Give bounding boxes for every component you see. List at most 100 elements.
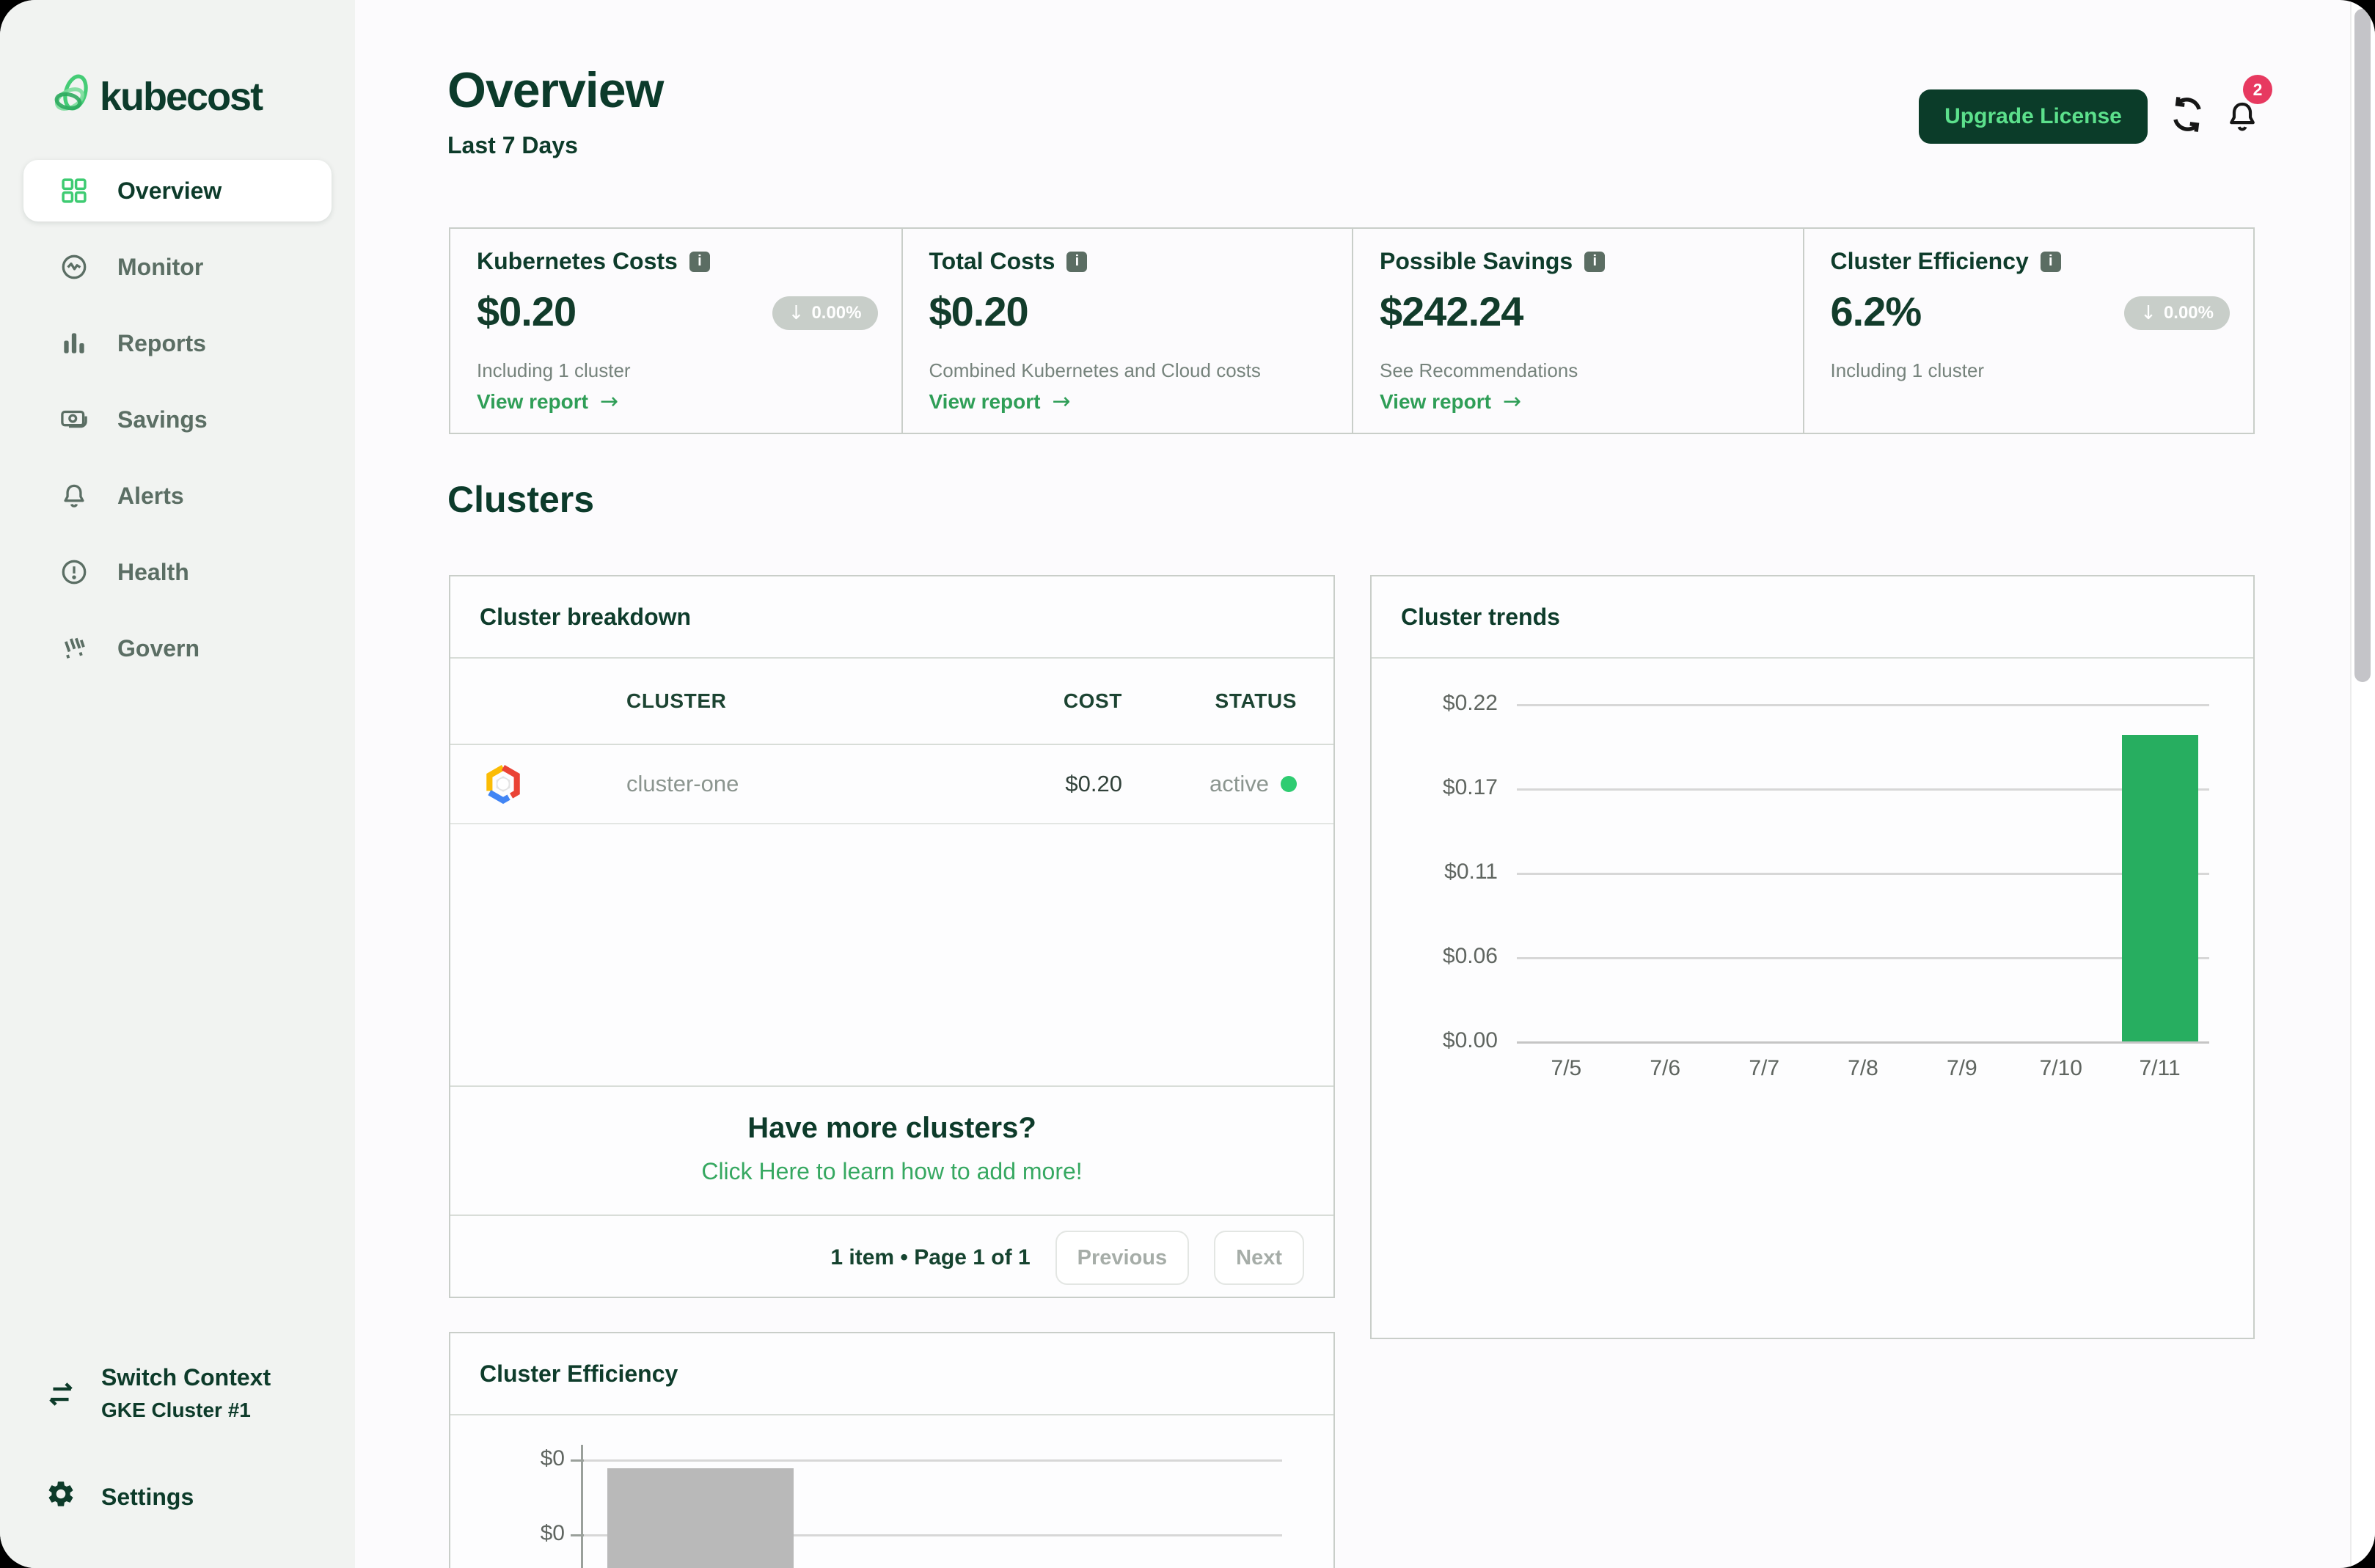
stat-card-subtitle: Including 1 cluster (1830, 359, 1985, 381)
y-tick-label: $0.17 (1442, 775, 1498, 799)
clusters-heading: Clusters (447, 479, 595, 520)
trends-chart-area: $0.00 $0.06 $0.11 $0.17 $0.22 7/5 7/6 7/7 7/8 7/9… (1372, 659, 2253, 1341)
stat-card-subtitle: See Recommendations (1380, 359, 1578, 381)
cluster-trends-title: Cluster trends (1372, 576, 2253, 659)
stat-card-value: $0.20 (929, 288, 1029, 334)
right-arrow-icon: → (599, 389, 619, 414)
gridline (582, 1459, 1282, 1462)
trend-bar (2121, 734, 2198, 1041)
kubecost-wordmark: kubecost (100, 75, 263, 119)
status-active-dot (1281, 776, 1297, 792)
sidebar-item-monitor[interactable]: Monitor (23, 236, 332, 298)
gridline (1517, 788, 2209, 791)
sidebar-item-reports[interactable]: Reports (23, 312, 332, 374)
pagination-summary: 1 item • Page 1 of 1 (830, 1245, 1031, 1270)
cluster-cost: $0.20 (1065, 771, 1122, 796)
stat-card-title: Kubernetes Costs i (477, 248, 710, 275)
cluster-efficiency-card: Cluster Efficiency $0 $0 (449, 1332, 1335, 1568)
previous-button[interactable]: Previous (1055, 1231, 1190, 1285)
down-arrow-icon: ↓ (788, 302, 805, 324)
right-arrow-icon: → (1052, 389, 1071, 414)
sidebar-item-govern[interactable]: Govern (23, 618, 332, 679)
switch-context[interactable]: Switch Context GKE Cluster #1 (44, 1364, 271, 1422)
gridline (1517, 957, 2209, 959)
gridline (1517, 704, 2209, 706)
sidebar-item-health[interactable]: Health (23, 541, 332, 603)
stat-card-possible-savings: Possible Savings i $242.24 See Recommend… (1352, 229, 1803, 433)
settings-label: Settings (101, 1483, 194, 1510)
delta-badge: ↓ 0.00% (772, 296, 878, 330)
x-tick-label: 7/9 (1946, 1056, 1977, 1080)
sidebar-item-savings[interactable]: Savings (23, 389, 332, 450)
info-icon[interactable]: i (1066, 251, 1088, 272)
next-button[interactable]: Next (1214, 1231, 1304, 1285)
table-row[interactable]: cluster-one $0.20 active (450, 745, 1333, 824)
y-tick-label: $0 (540, 1521, 565, 1545)
app-window: kubecost Overview Monitor Reports Saving… (0, 0, 2375, 1568)
cta-title: Have more clusters? (747, 1112, 1036, 1144)
sidebar-item-alerts[interactable]: Alerts (23, 465, 332, 527)
more-clusters-cta: Have more clusters? Click Here to learn … (450, 1087, 1333, 1216)
add-clusters-link[interactable]: Click Here to learn how to add more! (450, 1158, 1333, 1185)
y-tick (571, 1534, 584, 1536)
delta-badge: ↓ 0.00% (2124, 296, 2230, 330)
stat-card-value: $242.24 (1380, 288, 1523, 334)
scrollbar-track (2350, 0, 2375, 1568)
sidebar-item-label: Reports (117, 329, 206, 356)
stat-card-title: Possible Savings i (1380, 248, 1606, 275)
date-range-label: Last 7 Days (447, 132, 578, 158)
x-tick-label: 7/7 (1749, 1056, 1780, 1080)
sidebar: kubecost Overview Monitor Reports Saving… (0, 0, 355, 1568)
settings[interactable]: Settings (45, 1479, 194, 1515)
sidebar-item-label: Monitor (117, 253, 204, 280)
cluster-breakdown-title: Cluster breakdown (450, 576, 1333, 659)
view-report-link[interactable]: View report → (929, 389, 1071, 414)
sidebar-item-overview[interactable]: Overview (23, 160, 332, 221)
view-report-link[interactable]: View report → (1380, 389, 1521, 414)
switch-context-label: Switch Context (101, 1364, 271, 1391)
govern-icon (59, 633, 89, 664)
x-tick-label: 7/5 (1551, 1056, 1582, 1080)
stat-card-cluster-efficiency: Cluster Efficiency i 6.2% ↓ 0.00% Includ… (1802, 229, 2254, 433)
stat-card-title: Total Costs i (929, 248, 1088, 275)
info-icon[interactable]: i (2040, 251, 2061, 272)
y-tick-label: $0 (540, 1446, 565, 1470)
x-tick-label: 7/11 (2139, 1056, 2181, 1080)
y-tick-label: $0.06 (1442, 944, 1498, 968)
x-tick-label: 7/8 (1848, 1056, 1878, 1080)
scrollbar-thumb[interactable] (2354, 9, 2371, 682)
stat-cards-row: Kubernetes Costs i $0.20 ↓ 0.00% Includi… (449, 227, 2255, 434)
y-tick (571, 1459, 584, 1462)
cluster-status: active (1122, 771, 1297, 797)
upgrade-license-button[interactable]: Upgrade License (1919, 89, 2148, 144)
refresh-icon[interactable] (2167, 94, 2208, 135)
bell-icon (59, 480, 89, 511)
efficiency-chart-area: $0 $0 (450, 1415, 1333, 1568)
down-arrow-icon: ↓ (2140, 302, 2156, 324)
notification-count-badge[interactable]: 2 (2243, 75, 2272, 104)
gridline (1517, 873, 2209, 875)
sidebar-item-label: Savings (117, 406, 208, 433)
cluster-trends-card: Cluster trends $0.00 $0.06 $0.11 $0.17 $0.22… (1370, 575, 2255, 1339)
column-header-cost[interactable]: COST (946, 689, 1122, 713)
info-icon[interactable]: i (689, 251, 710, 272)
stat-card-subtitle: Combined Kubernetes and Cloud costs (929, 359, 1261, 381)
column-header-cluster[interactable]: CLUSTER (626, 689, 946, 713)
column-header-status[interactable]: STATUS (1122, 689, 1297, 713)
table-header-row: CLUSTER COST STATUS (450, 659, 1333, 745)
banknote-icon (59, 404, 89, 435)
view-report-link[interactable]: View report → (477, 389, 618, 414)
kubecost-logo-icon (54, 72, 92, 122)
switch-context-value: GKE Cluster #1 (101, 1399, 251, 1421)
info-icon[interactable]: i (1584, 251, 1606, 272)
swap-arrows-icon (44, 1377, 78, 1422)
sidebar-item-label: Health (117, 558, 189, 585)
kubecost-logo[interactable]: kubecost (54, 72, 263, 122)
right-arrow-icon: → (1502, 389, 1522, 414)
stat-card-total-costs: Total Costs i $0.20 Combined Kubernetes … (901, 229, 1353, 433)
gear-icon (45, 1479, 76, 1515)
stat-card-value: 6.2% (1830, 288, 1922, 334)
page-title: Overview (447, 62, 664, 118)
stat-card-kubernetes-costs: Kubernetes Costs i $0.20 ↓ 0.00% Includi… (450, 229, 901, 433)
monitor-pulse-icon (59, 252, 89, 282)
